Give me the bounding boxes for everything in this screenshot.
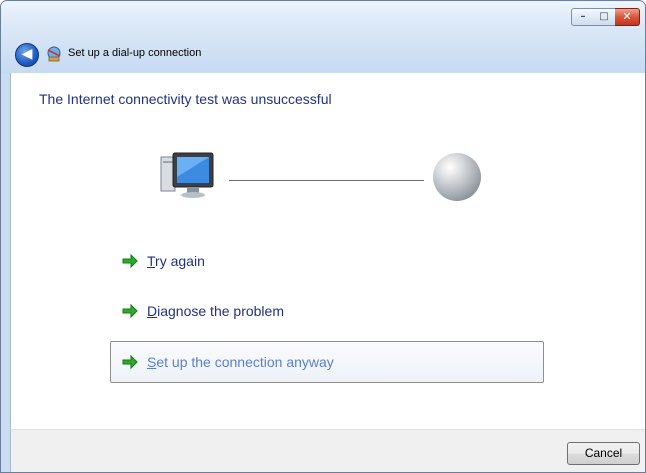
- connection-line: [229, 180, 424, 181]
- cancel-button[interactable]: Cancel: [567, 442, 640, 465]
- content-area: The Internet connectivity test was unsuc…: [10, 73, 645, 429]
- maximize-icon: □: [599, 11, 609, 22]
- minimize-button[interactable]: –: [571, 8, 595, 26]
- dialog-window: – □ ✕ ◀ Set up a dial-up connection The …: [0, 0, 646, 473]
- green-arrow-icon: [122, 303, 138, 319]
- computer-icon: [160, 152, 214, 198]
- page-title: The Internet connectivity test was unsuc…: [39, 91, 332, 107]
- globe-icon: [433, 153, 481, 201]
- back-arrow-icon: ◀: [21, 46, 33, 62]
- task-diagnose[interactable]: Diagnose the problem: [121, 297, 284, 325]
- title-bar: – □ ✕ ◀ Set up a dial-up connection: [1, 1, 645, 73]
- minimize-icon: –: [580, 11, 586, 22]
- task-set-up-anyway[interactable]: Set up the connection anyway: [110, 341, 544, 383]
- maximize-button[interactable]: □: [593, 8, 616, 26]
- task-label: Try again: [147, 253, 205, 269]
- green-arrow-icon: [122, 253, 138, 269]
- green-arrow-icon: [122, 354, 138, 370]
- task-label: Set up the connection anyway: [147, 354, 334, 370]
- footer-bar: Cancel: [10, 429, 645, 472]
- task-try-again[interactable]: Try again: [121, 247, 205, 275]
- dial-up-icon: [47, 46, 61, 62]
- close-icon: ✕: [622, 10, 632, 23]
- task-label: Diagnose the problem: [147, 303, 284, 319]
- back-button[interactable]: ◀: [15, 43, 39, 67]
- window-title: Set up a dial-up connection: [68, 47, 202, 59]
- close-button[interactable]: ✕: [615, 8, 640, 26]
